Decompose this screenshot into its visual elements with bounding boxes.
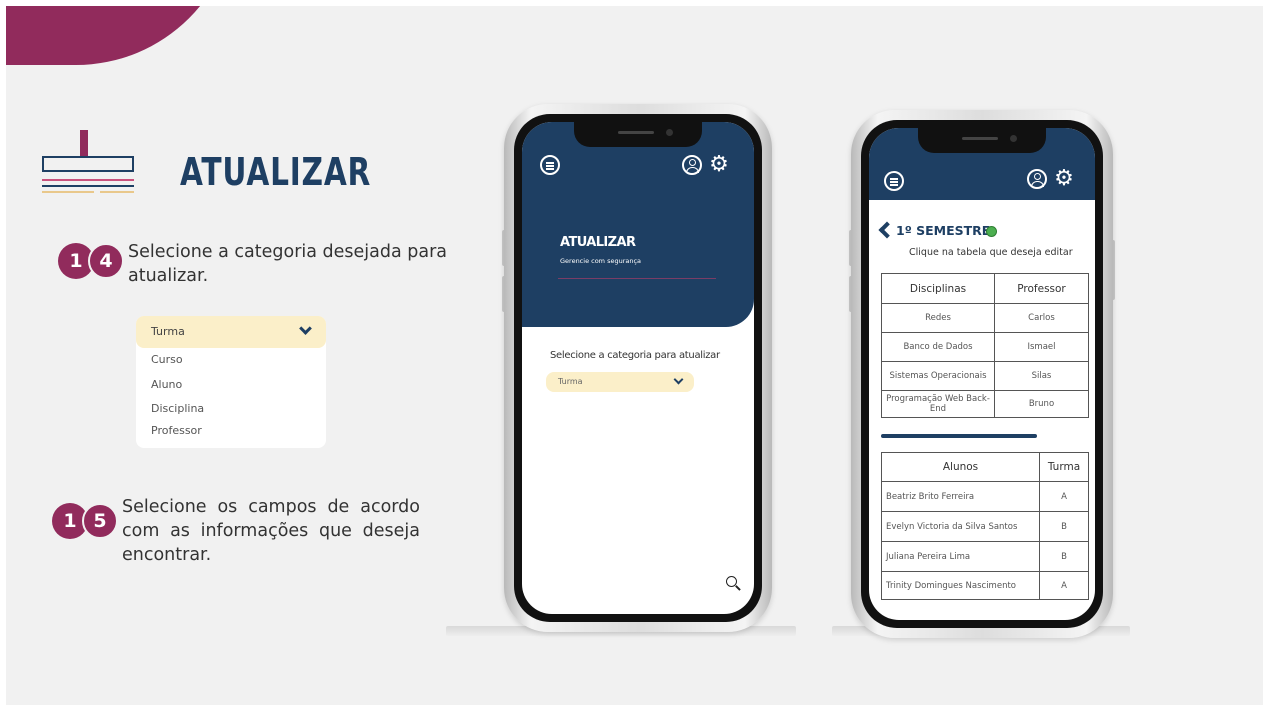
disciplines-table[interactable]: Disciplinas Professor Redes Carlos Banco… [881,273,1089,418]
table-cell: Beatriz Brito Ferreira [881,481,1040,512]
table-cell: Redes [881,303,995,333]
dropdown-option-aluno[interactable]: Aluno [151,378,182,391]
category-select[interactable]: Turma [136,316,326,348]
table-row[interactable]: Evelyn Victoria da Silva Santos B [881,511,1089,542]
column-header: Turma [1039,452,1089,482]
table-cell: B [1039,511,1089,542]
menu-icon[interactable] [540,155,560,175]
search-icon[interactable] [726,576,741,591]
table-cell: Silas [994,361,1089,391]
table-cell: Juliana Pereira Lima [881,541,1040,572]
table-row[interactable]: Beatriz Brito Ferreira A [881,481,1089,512]
dropdown-option-disciplina[interactable]: Disciplina [151,402,204,415]
step-14-text: Selecione a categoria desejada para atua… [128,242,448,286]
phone-screen: ⚙ ATUALIZAR Gerencie com segurança Selec… [522,122,754,614]
table-row[interactable]: Programação Web Back-End Bruno [881,390,1089,418]
step-15-text: Selecione os campos de acordo com as inf… [122,497,420,565]
table-cell: B [1039,541,1089,572]
dropdown-option-curso[interactable]: Curso [151,353,183,366]
user-icon[interactable] [1027,169,1047,189]
table-row[interactable]: Redes Carlos [881,303,1089,333]
table-cell: Ismael [994,332,1089,362]
category-select-value: Turma [558,377,583,386]
update-icon [40,130,136,200]
table-cell: A [1039,481,1089,512]
page-title: ATUALIZAR [180,150,372,194]
table-cell: Evelyn Victoria da Silva Santos [881,511,1040,542]
back-chevron-icon[interactable] [878,221,896,239]
table-header-row: Disciplinas Professor [881,273,1089,304]
table-instruction: Clique na tabela que deseja editar [909,247,1073,258]
column-header: Disciplinas [881,273,995,304]
step-14-badge: 1 4 [58,243,128,279]
category-select[interactable]: Turma [546,372,694,392]
category-select-value: Turma [151,325,185,338]
table-row[interactable]: Sistemas Operacionais Silas [881,361,1089,391]
chevron-down-icon [299,322,312,335]
chevron-down-icon [673,374,684,385]
gear-icon[interactable]: ⚙ [1053,168,1075,190]
section-divider [881,434,1037,438]
table-row[interactable]: Trinity Domingues Nascimento A [881,571,1089,600]
divider [558,278,716,279]
corner-decoration [6,0,236,65]
column-header: Professor [994,273,1089,304]
semester-title: 1º SEMESTRE [896,223,991,238]
phone-semester-screen: ⚙ 1º SEMESTRE Clique na tabela que desej… [851,110,1113,638]
category-dropdown-demo: Turma Curso Aluno Disciplina Professor [136,316,326,448]
table-cell: Carlos [994,303,1089,333]
table-header-row: Alunos Turma [881,452,1089,482]
table-cell: Trinity Domingues Nascimento [881,571,1040,600]
menu-icon[interactable] [884,171,904,191]
phone-screen: ⚙ 1º SEMESTRE Clique na tabela que desej… [869,128,1095,620]
table-cell: Banco de Dados [881,332,995,362]
step-15-badge: 1 5 [52,503,122,539]
app-header: ⚙ ATUALIZAR Gerencie com segurança [522,122,754,327]
user-icon[interactable] [682,155,702,175]
students-table[interactable]: Alunos Turma Beatriz Brito Ferreira A Ev… [881,452,1089,600]
screen-title: ATUALIZAR [560,235,636,250]
column-header: Alunos [881,452,1040,482]
table-cell: Bruno [994,390,1089,418]
screen-subtitle: Gerencie com segurança [560,257,642,265]
dropdown-option-professor[interactable]: Professor [151,424,202,437]
status-leaf-icon [986,226,997,237]
table-cell: A [1039,571,1089,600]
table-row[interactable]: Juliana Pereira Lima B [881,541,1089,572]
gear-icon[interactable]: ⚙ [708,154,730,176]
table-cell: Programação Web Back-End [881,390,995,418]
category-label: Selecione a categoria para atualizar [550,350,720,361]
phone-update-screen: ⚙ ATUALIZAR Gerencie com segurança Selec… [504,104,772,632]
table-row[interactable]: Banco de Dados Ismael [881,332,1089,362]
table-cell: Sistemas Operacionais [881,361,995,391]
